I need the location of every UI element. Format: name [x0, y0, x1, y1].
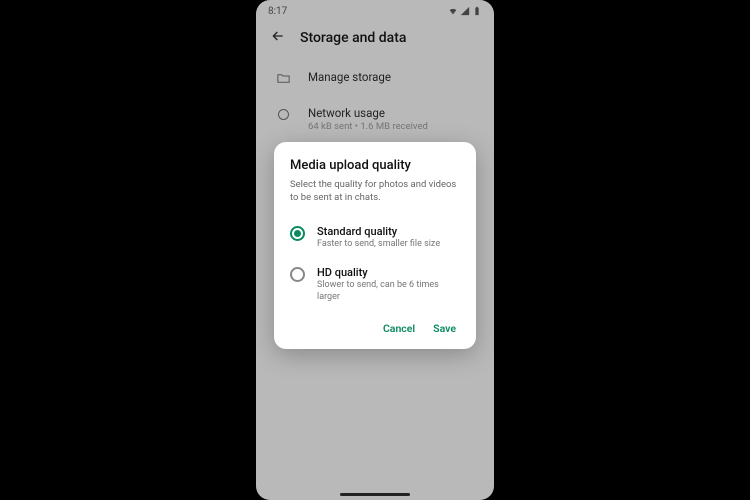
dialog-title: Media upload quality [290, 158, 460, 173]
row-label: Manage storage [308, 70, 391, 84]
app-bar: Storage and data [256, 22, 494, 58]
option-label: HD quality [317, 266, 460, 279]
status-bar: 8:17 [256, 0, 494, 22]
phone-frame: 8:17 Storage and data Manage storage [256, 0, 494, 500]
page-title: Storage and data [300, 30, 406, 46]
arrow-left-icon [270, 28, 286, 44]
status-icons [448, 6, 482, 16]
data-usage-icon [274, 106, 292, 122]
row-label: Network usage [308, 106, 428, 120]
battery-icon [472, 6, 482, 16]
row-manage-storage[interactable]: Manage storage [256, 60, 494, 96]
radio-selected-icon [290, 226, 305, 241]
option-sublabel: Slower to send, can be 6 times larger [317, 280, 460, 303]
media-quality-dialog: Media upload quality Select the quality … [274, 142, 476, 349]
folder-icon [274, 70, 292, 86]
clock: 8:17 [268, 6, 287, 17]
radio-unselected-icon [290, 267, 305, 282]
row-sublabel: 64 kB sent • 1.6 MB received [308, 121, 428, 132]
option-hd-quality[interactable]: HD quality Slower to send, can be 6 time… [290, 260, 460, 313]
dialog-actions: Cancel Save [290, 314, 460, 341]
wifi-icon [448, 6, 458, 16]
option-standard-quality[interactable]: Standard quality Faster to send, smaller… [290, 219, 460, 261]
cancel-button[interactable]: Cancel [383, 322, 415, 335]
dialog-subtitle: Select the quality for photos and videos… [290, 179, 460, 205]
option-sublabel: Faster to send, smaller file size [317, 239, 440, 251]
option-label: Standard quality [317, 225, 440, 238]
row-network-usage[interactable]: Network usage 64 kB sent • 1.6 MB receiv… [256, 96, 494, 142]
signal-icon [460, 6, 470, 16]
save-button[interactable]: Save [433, 322, 456, 335]
gesture-bar [340, 493, 410, 496]
back-button[interactable] [270, 28, 286, 48]
